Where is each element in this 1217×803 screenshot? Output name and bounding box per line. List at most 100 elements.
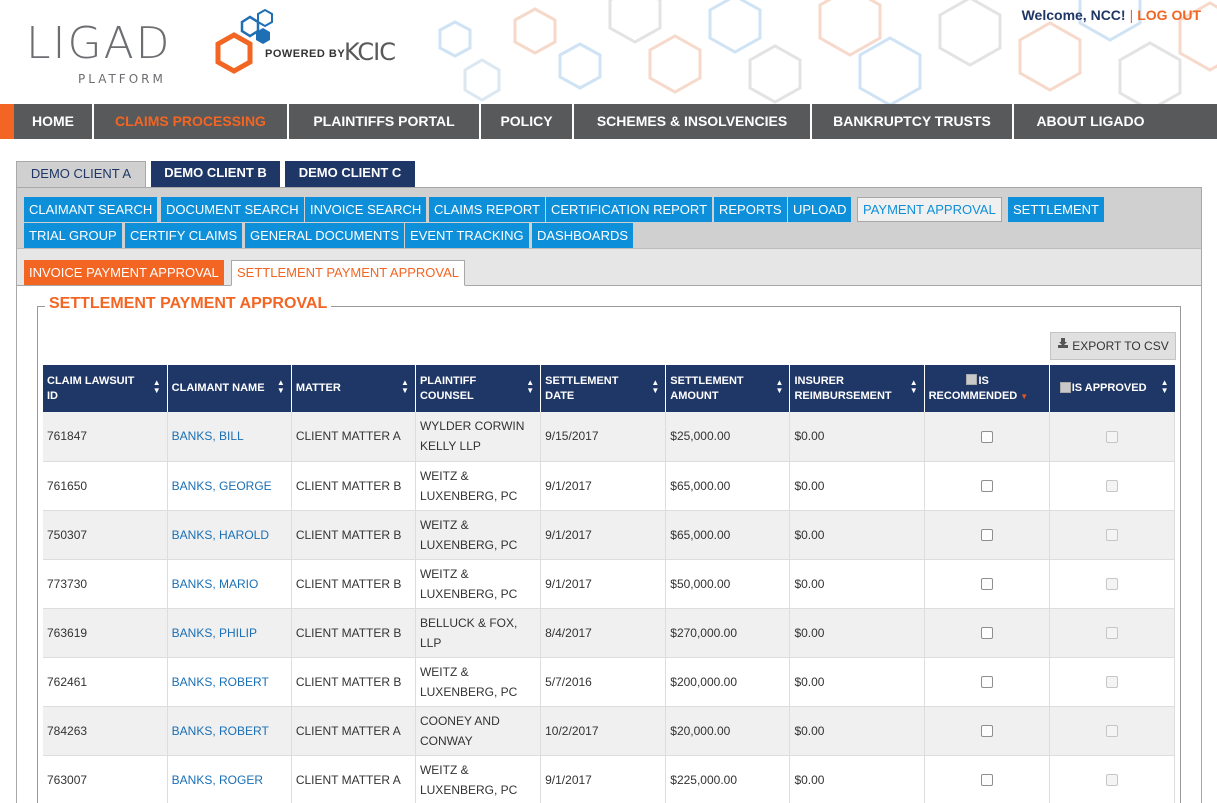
kcic-logo: KCIC	[344, 38, 396, 66]
claim-lawsuit-id-cell: 761650	[43, 461, 168, 511]
approved-cell	[1049, 559, 1176, 609]
col-is-approved[interactable]: IS APPROVED ▲ ▼	[1049, 365, 1175, 412]
ligado-logo[interactable]: LIGAD PLATFORM	[26, 8, 276, 90]
table-row: 761847 BANKS, BILL CLIENT MATTER A WYLDER C…	[43, 412, 1176, 462]
claimant-name-link[interactable]: BANKS, MARIO	[167, 559, 292, 609]
subtab-dashboards[interactable]: DASHBOARDS	[532, 223, 634, 248]
col-is-recommended[interactable]: IS RECOMMENDED ▼	[924, 365, 1050, 412]
nav-claims-processing[interactable]: CLAIMS PROCESSING	[92, 104, 287, 139]
subtab-claimant-search[interactable]: CLAIMANT SEARCH	[24, 197, 158, 222]
is-recommended-checkbox[interactable]	[980, 676, 993, 689]
sort-arrows-icon[interactable]: ▲ ▼	[651, 379, 659, 395]
claimant-name-link[interactable]: BANKS, ROBERT	[167, 706, 292, 756]
sort-arrows-icon[interactable]: ▲ ▼	[401, 379, 409, 395]
sort-arrows-icon[interactable]: ▲ ▼	[526, 379, 534, 395]
col-settlement-date[interactable]: SETTLEMENT DATE ▲ ▼	[540, 365, 667, 412]
tab-invoice-payment-approval[interactable]: INVOICE PAYMENT APPROVAL	[24, 260, 224, 285]
insurer-reimbursement-cell: $0.00	[789, 755, 925, 803]
user-welcome: Welcome, NCC! | LOG OUT	[1022, 7, 1201, 23]
welcome-text: Welcome, NCC!	[1021, 7, 1126, 23]
subtab-claims-report[interactable]: CLAIMS REPORT	[429, 197, 545, 222]
col-claim-lawsuit-id[interactable]: CLAIM LAWSUIT ID ▲ ▼	[43, 365, 168, 412]
matter-cell: CLIENT MATTER B	[291, 608, 416, 658]
plaintiff-counsel-cell: WEITZ & LUXENBERG, PC	[415, 657, 542, 707]
subtab-trial-group[interactable]: TRIAL GROUP	[24, 223, 122, 248]
col-label: CLAIMANT NAME	[171, 382, 265, 394]
matter-cell: CLIENT MATTER B	[291, 461, 416, 511]
subtab-settlement[interactable]: SETTLEMENT	[1008, 197, 1104, 222]
nav-policy[interactable]: POLICY	[479, 104, 572, 139]
claimant-name-link[interactable]: BANKS, ROGER	[167, 755, 292, 803]
subtab-general-documents[interactable]: GENERAL DOCUMENTS	[245, 223, 405, 248]
matter-cell: CLIENT MATTER A	[291, 412, 416, 462]
subtab-invoice-search[interactable]: INVOICE SEARCH	[305, 197, 427, 222]
tab-demo-client-c[interactable]: DEMO CLIENT C	[285, 161, 415, 187]
is-recommended-checkbox[interactable]	[980, 431, 993, 444]
subtab-certify-claims[interactable]: CERTIFY CLAIMS	[125, 223, 243, 248]
subtab-certification-report[interactable]: CERTIFICATION REPORT	[546, 197, 713, 222]
plaintiff-counsel-cell: WEITZ & LUXENBERG, PC	[415, 461, 542, 511]
settlement-date-cell: 9/15/2017	[540, 412, 667, 462]
claimant-name-link[interactable]: BANKS, PHILIP	[167, 608, 292, 658]
is-recommended-checkbox[interactable]	[980, 578, 993, 591]
sort-arrows-icon[interactable]: ▲ ▼	[277, 379, 285, 395]
col-label: SETTLEMENT AMOUNT	[670, 374, 744, 402]
nav-schemes-insolvencies[interactable]: SCHEMES & INSOLVENCIES	[572, 104, 810, 139]
table-header-row: CLAIM LAWSUIT ID ▲ ▼ CLAIMANT NAME ▲ ▼ MATTE…	[43, 365, 1175, 412]
col-plaintiff-counsel[interactable]: PLAINTIFF COUNSEL ▲ ▼	[415, 365, 542, 412]
subtab-event-tracking[interactable]: EVENT TRACKING	[405, 223, 529, 248]
select-all-recommended-checkbox[interactable]	[966, 374, 978, 386]
is-recommended-checkbox[interactable]	[980, 627, 993, 640]
insurer-reimbursement-cell: $0.00	[789, 559, 925, 609]
settlement-date-cell: 9/1/2017	[540, 461, 667, 511]
claim-lawsuit-id-cell: 773730	[43, 559, 168, 609]
subtab-upload[interactable]: UPLOAD	[788, 197, 852, 222]
is-recommended-checkbox[interactable]	[980, 480, 993, 493]
settlement-amount-cell: $270,000.00	[665, 608, 791, 658]
sort-arrows-icon[interactable]: ▲ ▼	[776, 379, 784, 395]
claim-lawsuit-id-cell: 763619	[43, 608, 168, 658]
is-recommended-checkbox[interactable]	[980, 774, 993, 787]
col-label: SETTLEMENT DATE	[545, 374, 619, 402]
settlement-date-cell: 8/4/2017	[540, 608, 667, 658]
claim-lawsuit-id-cell: 750307	[43, 510, 168, 560]
approved-cell	[1049, 461, 1176, 511]
tab-demo-client-b[interactable]: DEMO CLIENT B	[151, 161, 280, 187]
tab-demo-client-a[interactable]: DEMO CLIENT A	[16, 161, 146, 188]
sort-arrows-icon[interactable]: ▲ ▼	[1161, 379, 1169, 395]
col-claimant-name[interactable]: CLAIMANT NAME ▲ ▼	[167, 365, 292, 412]
subtab-reports[interactable]: REPORTS	[714, 197, 787, 222]
col-matter[interactable]: MATTER ▲ ▼	[291, 365, 416, 412]
plaintiff-counsel-cell: COONEY AND CONWAY	[415, 706, 542, 756]
recommended-cell	[924, 706, 1050, 756]
claimant-name-link[interactable]: BANKS, HAROLD	[167, 510, 292, 560]
nav-about-ligado[interactable]: ABOUT LIGADO	[1012, 104, 1167, 139]
export-csv-button[interactable]: EXPORT TO CSV	[1050, 332, 1176, 360]
is-recommended-checkbox[interactable]	[980, 529, 993, 542]
sort-arrows-icon[interactable]: ▲ ▼	[153, 379, 161, 395]
recommended-cell	[924, 559, 1050, 609]
is-recommended-checkbox[interactable]	[980, 725, 993, 738]
subtab-payment-approval[interactable]: PAYMENT APPROVAL	[857, 197, 1002, 222]
nav-bankruptcy-trusts[interactable]: BANKRUPTCY TRUSTS	[810, 104, 1012, 139]
claimant-name-link[interactable]: BANKS, GEORGE	[167, 461, 292, 511]
col-settlement-amount[interactable]: SETTLEMENT AMOUNT ▲ ▼	[665, 365, 791, 412]
select-all-approved-checkbox[interactable]	[1059, 381, 1071, 393]
col-label: INSURER REIMBURSEMENT	[794, 374, 892, 402]
approved-cell	[1049, 706, 1176, 756]
settlement-amount-cell: $50,000.00	[665, 559, 791, 609]
settlement-amount-cell: $225,000.00	[665, 755, 791, 803]
nav-home[interactable]: HOME	[14, 104, 92, 139]
matter-cell: CLIENT MATTER A	[291, 755, 416, 803]
sort-arrows-icon[interactable]: ▲ ▼	[910, 379, 918, 395]
logout-link[interactable]: LOG OUT	[1137, 7, 1201, 23]
claimant-name-link[interactable]: BANKS, BILL	[167, 412, 292, 462]
claimant-name-link[interactable]: BANKS, ROBERT	[167, 657, 292, 707]
tab-settlement-payment-approval[interactable]: SETTLEMENT PAYMENT APPROVAL	[231, 260, 466, 286]
subtab-document-search[interactable]: DOCUMENT SEARCH	[161, 197, 304, 222]
recommended-cell	[924, 608, 1050, 658]
col-insurer-reimbursement[interactable]: INSURER REIMBURSEMENT ▲ ▼	[789, 365, 925, 412]
logo-subtitle: PLATFORM	[78, 72, 166, 86]
logo-hexagon-icon	[215, 8, 273, 74]
nav-plaintiffs-portal[interactable]: PLAINTIFFS PORTAL	[287, 104, 479, 139]
